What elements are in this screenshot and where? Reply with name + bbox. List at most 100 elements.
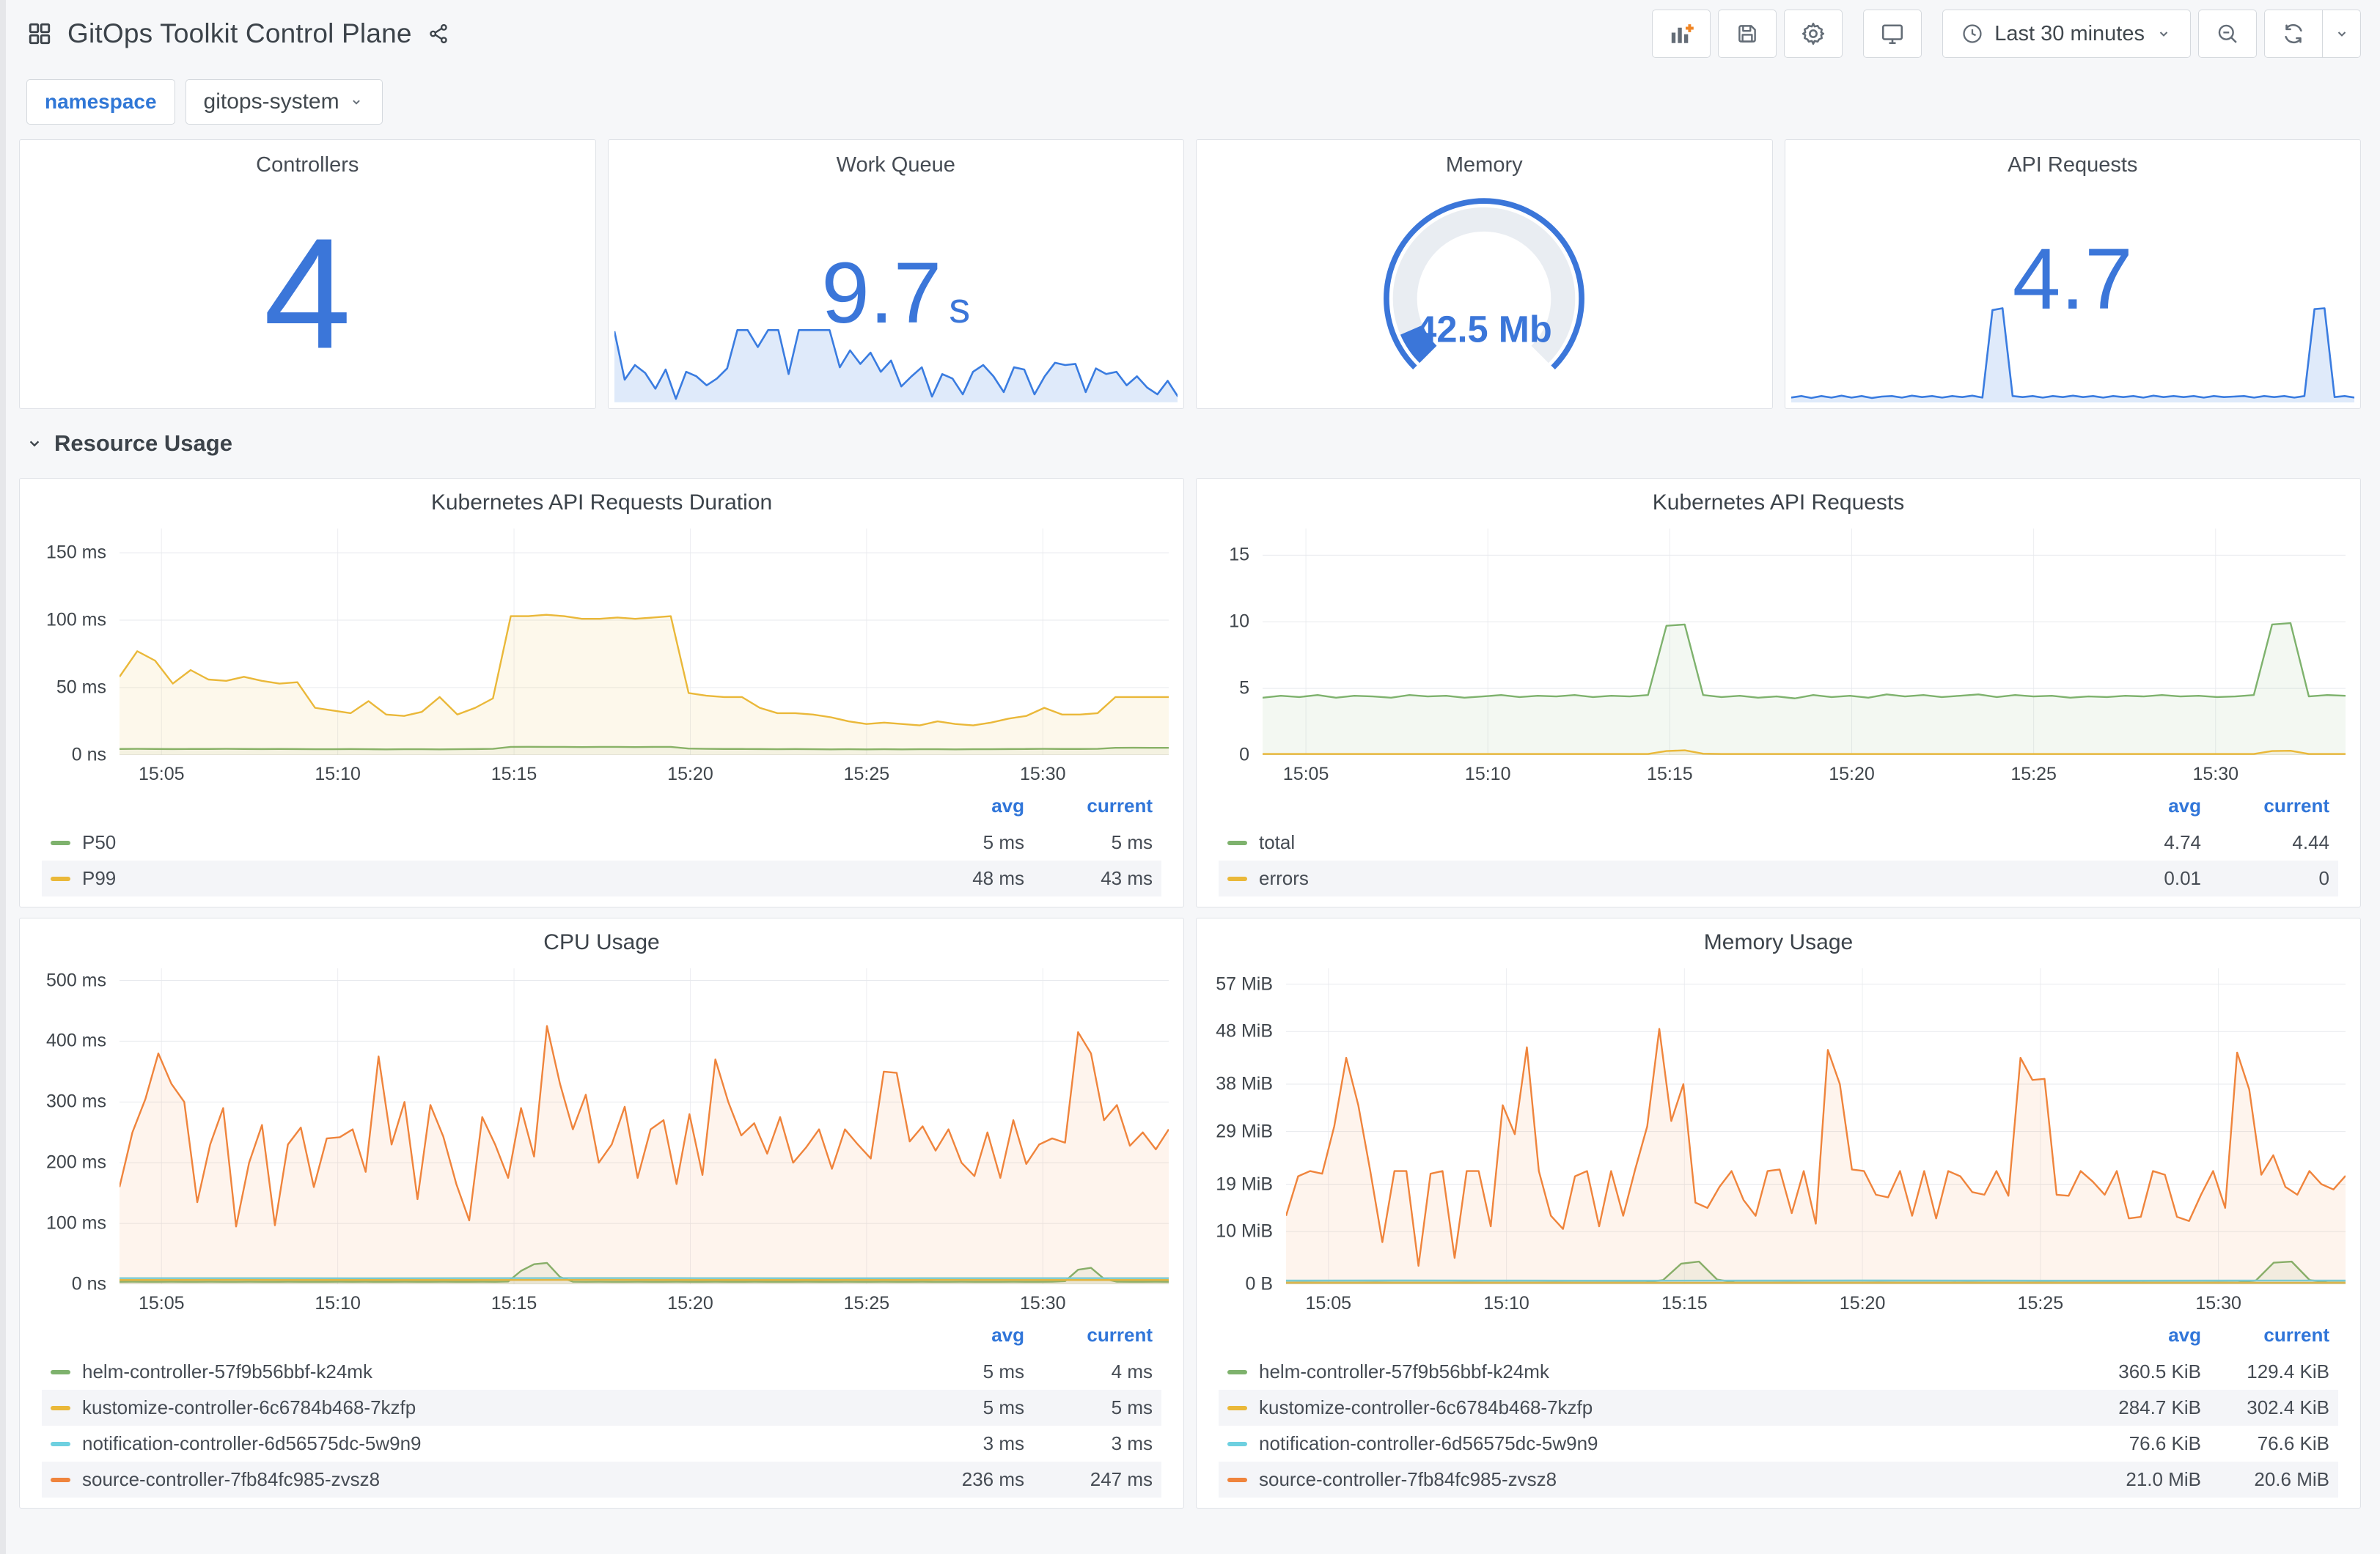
legend-series-name[interactable]: source-controller-7fb84fc985-zvsz8	[1227, 1468, 2073, 1491]
x-tick-label: 15:30	[1019, 1293, 1066, 1314]
y-tick-label: 200 ms	[46, 1152, 106, 1173]
y-tick-label: 29 MiB	[1216, 1121, 1273, 1142]
legend-series-name[interactable]: helm-controller-57f9b56bbf-k24mk	[1227, 1360, 2073, 1383]
legend-series-label[interactable]: P50	[82, 831, 116, 854]
legend-header: avg current	[1219, 792, 2338, 825]
panel-title[interactable]: Work Queue	[609, 153, 1184, 177]
legend-series-label[interactable]: kustomize-controller-6c6784b468-7kzfp	[82, 1396, 416, 1419]
cycle-view-button[interactable]	[1863, 10, 1922, 58]
panel-title[interactable]: Kubernetes API Requests Duration	[34, 490, 1169, 529]
chevron-down-icon	[2333, 25, 2351, 43]
x-tick-label: 15:05	[138, 1293, 185, 1314]
legend-series-name[interactable]: P50	[51, 831, 896, 854]
legend-column-current[interactable]: current	[2201, 1324, 2329, 1347]
memory-gauge: 42.5 Mb	[1363, 184, 1605, 391]
y-tick-label: 10	[1229, 611, 1249, 632]
zoom-out-icon	[2215, 21, 2240, 46]
refresh-interval-dropdown[interactable]	[2323, 10, 2361, 58]
refresh-split-button	[2264, 10, 2361, 58]
legend-column-current[interactable]: current	[1024, 1324, 1153, 1347]
y-tick-label: 50 ms	[56, 677, 106, 698]
legend-avg-value: 48 ms	[972, 867, 1024, 889]
legend-series-name[interactable]: total	[1227, 831, 2073, 854]
x-tick-label: 15:30	[1019, 764, 1066, 784]
legend-column-current[interactable]: current	[2201, 795, 2329, 817]
legend-series-color	[51, 840, 70, 845]
legend-column-avg[interactable]: avg	[2073, 1324, 2201, 1347]
panel-title[interactable]: CPU Usage	[34, 930, 1169, 968]
dashboard-title[interactable]: GitOps Toolkit Control Plane	[67, 18, 412, 49]
panel-title[interactable]: API Requests	[1785, 153, 2361, 177]
legend-series-name[interactable]: notification-controller-6d56575dc-5w9n9	[1227, 1432, 2073, 1455]
section-resource-usage[interactable]: Resource Usage	[19, 419, 2361, 468]
panel-title[interactable]: Controllers	[20, 153, 595, 177]
time-range-label: Last 30 minutes	[1994, 21, 2145, 45]
legend-current-value: 5 ms	[1111, 831, 1153, 853]
panel-title[interactable]: Memory Usage	[1211, 930, 2346, 968]
variable-value-dropdown[interactable]: gitops-system	[185, 79, 383, 125]
legend-row: errors 0.01 0	[1219, 861, 2338, 896]
legend-series-label[interactable]: P99	[82, 867, 116, 890]
legend-series-label[interactable]: errors	[1259, 867, 1309, 890]
settings-icon	[1800, 21, 1826, 47]
left-edge-strip	[0, 0, 6, 1554]
memory-chart: 0 B 10 MiB 19 MiB 29 MiB 38 MiB 48 MiB 57 MiB 1…	[1211, 968, 2346, 1318]
legend-series-color	[51, 1405, 70, 1410]
legend-current-value: 43 ms	[1101, 867, 1153, 889]
x-tick-label: 15:10	[315, 764, 361, 784]
legend-series-name[interactable]: notification-controller-6d56575dc-5w9n9	[51, 1432, 896, 1455]
legend-series-label[interactable]: helm-controller-57f9b56bbf-k24mk	[82, 1360, 372, 1383]
refresh-icon	[2281, 21, 2306, 46]
x-tick-label: 15:05	[1282, 764, 1329, 784]
legend-row: notification-controller-6d56575dc-5w9n9 3…	[42, 1426, 1161, 1462]
legend-column-avg[interactable]: avg	[896, 795, 1024, 817]
refresh-button[interactable]	[2264, 10, 2323, 58]
legend-current-value: 4.44	[2292, 831, 2329, 853]
share-icon[interactable]	[427, 22, 450, 45]
dashboard-settings-button[interactable]	[1784, 10, 1843, 58]
legend-series-name[interactable]: source-controller-7fb84fc985-zvsz8	[51, 1468, 896, 1491]
plot-area	[120, 529, 1169, 755]
add-panel-button[interactable]	[1652, 10, 1711, 58]
panel-controllers: Controllers 4	[19, 139, 596, 409]
legend-row: source-controller-7fb84fc985-zvsz8 236 ms…	[42, 1462, 1161, 1498]
x-axis: 15:05 15:10 15:15 15:20 15:25 15:30	[1263, 755, 2346, 789]
plot-area	[1286, 968, 2346, 1284]
legend-avg-value: 5 ms	[983, 1360, 1024, 1382]
legend-series-name[interactable]: P99	[51, 867, 896, 890]
legend-series-color	[51, 1369, 70, 1374]
panel-k8s-api-requests: Kubernetes API Requests 0 5 10 15 15:05 15:10…	[1196, 478, 2361, 907]
y-tick-label: 0 B	[1245, 1273, 1273, 1295]
legend-series-label[interactable]: helm-controller-57f9b56bbf-k24mk	[1259, 1360, 1549, 1383]
legend-series-name[interactable]: kustomize-controller-6c6784b468-7kzfp	[51, 1396, 896, 1419]
legend-current-value: 129.4 KiB	[2247, 1360, 2329, 1382]
save-dashboard-button[interactable]	[1718, 10, 1777, 58]
legend-series-label[interactable]: total	[1259, 831, 1295, 854]
stats-row: Controllers 4 Work Queue 9.7 s Memory 42.…	[19, 139, 2361, 409]
legend-series-color	[51, 876, 70, 881]
time-range-picker[interactable]: Last 30 minutes	[1942, 10, 2191, 58]
legend-series-name[interactable]: errors	[1227, 867, 2073, 890]
legend-avg-value: 5 ms	[983, 1396, 1024, 1418]
legend-avg-value: 21.0 MiB	[2126, 1468, 2201, 1490]
panel-memory-gauge: Memory 42.5 Mb	[1196, 139, 1773, 409]
zoom-out-button[interactable]	[2198, 10, 2257, 58]
y-tick-label: 57 MiB	[1216, 973, 1273, 995]
panel-title[interactable]: Kubernetes API Requests	[1211, 490, 2346, 529]
panel-k8s-api-requests-duration: Kubernetes API Requests Duration 0 ns 50 …	[19, 478, 1184, 907]
x-tick-label: 15:25	[843, 764, 890, 784]
legend-series-name[interactable]: kustomize-controller-6c6784b468-7kzfp	[1227, 1396, 2073, 1419]
legend-series-label[interactable]: notification-controller-6d56575dc-5w9n9	[82, 1432, 422, 1455]
legend-current-value: 20.6 MiB	[2254, 1468, 2329, 1490]
legend-series-name[interactable]: helm-controller-57f9b56bbf-k24mk	[51, 1360, 896, 1383]
legend-column-current[interactable]: current	[1024, 795, 1153, 817]
y-tick-label: 150 ms	[46, 542, 106, 563]
legend-series-label[interactable]: kustomize-controller-6c6784b468-7kzfp	[1259, 1396, 1593, 1419]
legend-column-avg[interactable]: avg	[2073, 795, 2201, 817]
legend-series-label[interactable]: source-controller-7fb84fc985-zvsz8	[82, 1468, 380, 1491]
legend-series-label[interactable]: source-controller-7fb84fc985-zvsz8	[1259, 1468, 1557, 1491]
panel-title[interactable]: Memory	[1197, 153, 1772, 177]
legend-column-avg[interactable]: avg	[896, 1324, 1024, 1347]
apps-icon[interactable]	[26, 21, 53, 47]
legend-series-label[interactable]: notification-controller-6d56575dc-5w9n9	[1259, 1432, 1598, 1455]
